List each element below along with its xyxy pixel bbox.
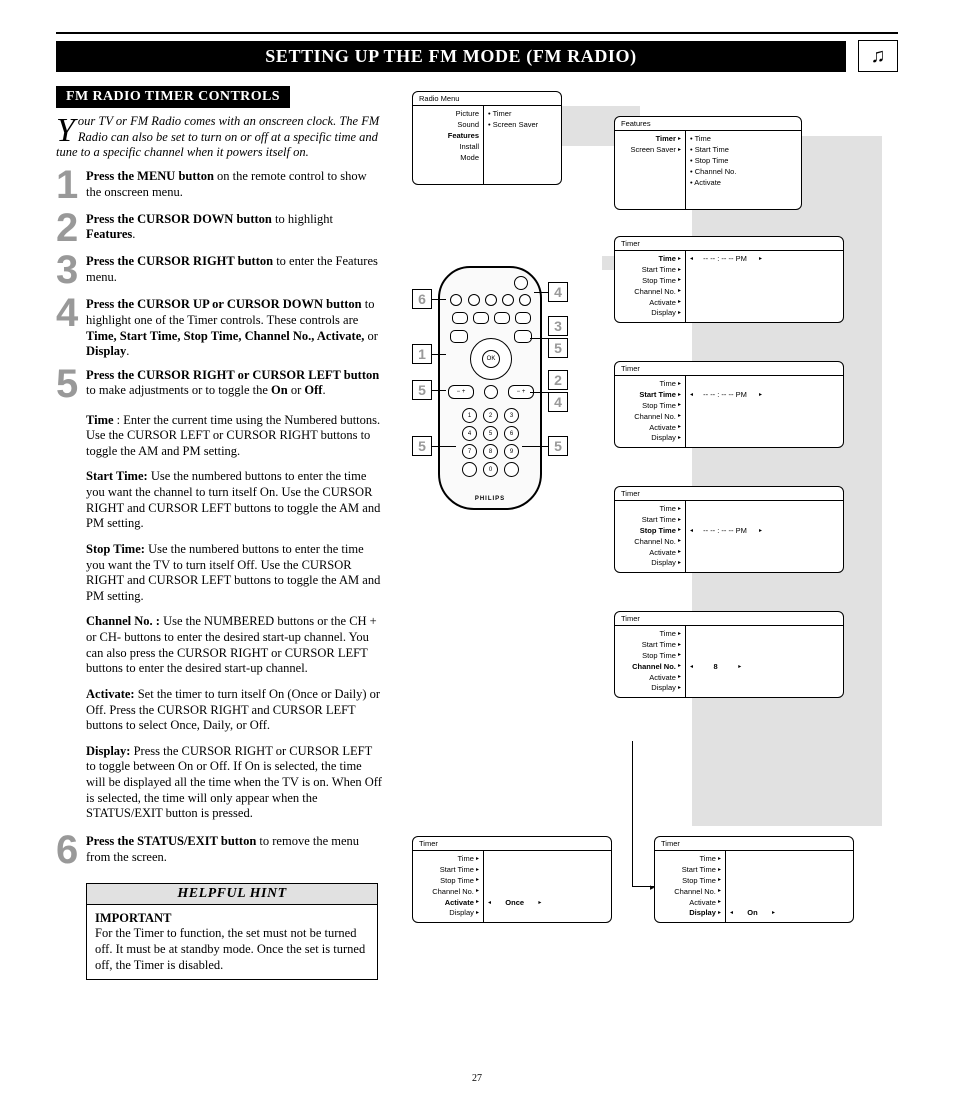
timer-box-activate: Timer Time ▸ Start Time ▸ Stop Time ▸ Ch… [412, 836, 612, 923]
timer-box-display: Timer Time ▸ Start Time ▸ Stop Time ▸ Ch… [654, 836, 854, 923]
step-1: 1 Press the MENU button on the remote co… [56, 167, 384, 204]
menu-title: Radio Menu [413, 92, 561, 106]
callout-3: 3 [548, 316, 568, 336]
helpful-hint-box: HELPFUL HINT IMPORTANT For the Timer to … [86, 883, 378, 981]
remote-control: OK − + − + 1 2 3 4 5 6 7 8 9 0 PHILIPS [438, 266, 542, 510]
timer-box-time: Timer Time ▸ Start Time ▸ Stop Time ▸ Ch… [614, 236, 844, 323]
callout-5: 5 [412, 380, 432, 400]
hint-important: IMPORTANT [95, 911, 171, 925]
step-6: 6 Press the STATUS/EXIT button to remove… [56, 832, 384, 869]
step-2: 2 Press the CURSOR DOWN button to highli… [56, 210, 384, 247]
hint-title: HELPFUL HINT [87, 884, 377, 905]
desc-time: Time : Enter the current time using the … [86, 413, 384, 460]
remote-brand: PHILIPS [440, 496, 540, 502]
desc-starttime: Start Time: Use the numbered buttons to … [86, 469, 384, 532]
callout-2: 2 [548, 370, 568, 390]
callout-5r2: 5 [548, 436, 568, 456]
features-menu-box: Features Timer ▸ Screen Saver ▸ • Time •… [614, 116, 802, 210]
desc-channelno: Channel No. : Use the NUMBERED buttons o… [86, 614, 384, 677]
callout-5r: 5 [548, 338, 568, 358]
step-5: 5 Press the CURSOR RIGHT or CURSOR LEFT … [56, 366, 384, 403]
desc-display: Display: Press the CURSOR RIGHT or CURSO… [86, 744, 384, 822]
callout-6: 6 [412, 289, 432, 309]
timer-box-channel: Timer Time ▸ Start Time ▸ Stop Time ▸ Ch… [614, 611, 844, 698]
timer-box-starttime: Timer Time ▸ Start Time ▸ Stop Time ▸ Ch… [614, 361, 844, 448]
page-number: 27 [0, 1073, 954, 1084]
intro-text: Your TV or FM Radio comes with an onscre… [56, 114, 384, 161]
section-subhead: FM RADIO TIMER CONTROLS [56, 86, 290, 108]
step-number: 1 [56, 167, 86, 204]
callout-1: 1 [412, 344, 432, 364]
step-number: 2 [56, 210, 86, 247]
desc-activate: Activate: Set the timer to turn itself O… [86, 687, 384, 734]
hint-body-text: For the Timer to function, the set must … [95, 926, 365, 971]
menu-title: Features [615, 117, 801, 131]
callout-5b: 5 [412, 436, 432, 456]
callout-4b: 4 [548, 392, 568, 412]
step-4: 4 Press the CURSOR UP or CURSOR DOWN but… [56, 295, 384, 360]
timer-box-stoptime: Timer Time ▸ Start Time ▸ Stop Time ▸ Ch… [614, 486, 844, 573]
step-number: 6 [56, 832, 86, 869]
step-number: 3 [56, 252, 86, 289]
music-note-icon: ♫ [858, 40, 898, 72]
radio-menu-box: Radio Menu Picture Sound Features Instal… [412, 91, 562, 185]
callout-4: 4 [548, 282, 568, 302]
step-3: 3 Press the CURSOR RIGHT button to enter… [56, 252, 384, 289]
step-number: 5 [56, 366, 86, 403]
desc-stoptime: Stop Time: Use the numbered buttons to e… [86, 542, 384, 605]
dropcap: Y [56, 114, 78, 145]
step-number: 4 [56, 295, 86, 360]
diagram-area: Radio Menu Picture Sound Features Instal… [402, 86, 898, 980]
page-title: SETTING UP THE FM MODE (FM RADIO) [56, 41, 846, 72]
